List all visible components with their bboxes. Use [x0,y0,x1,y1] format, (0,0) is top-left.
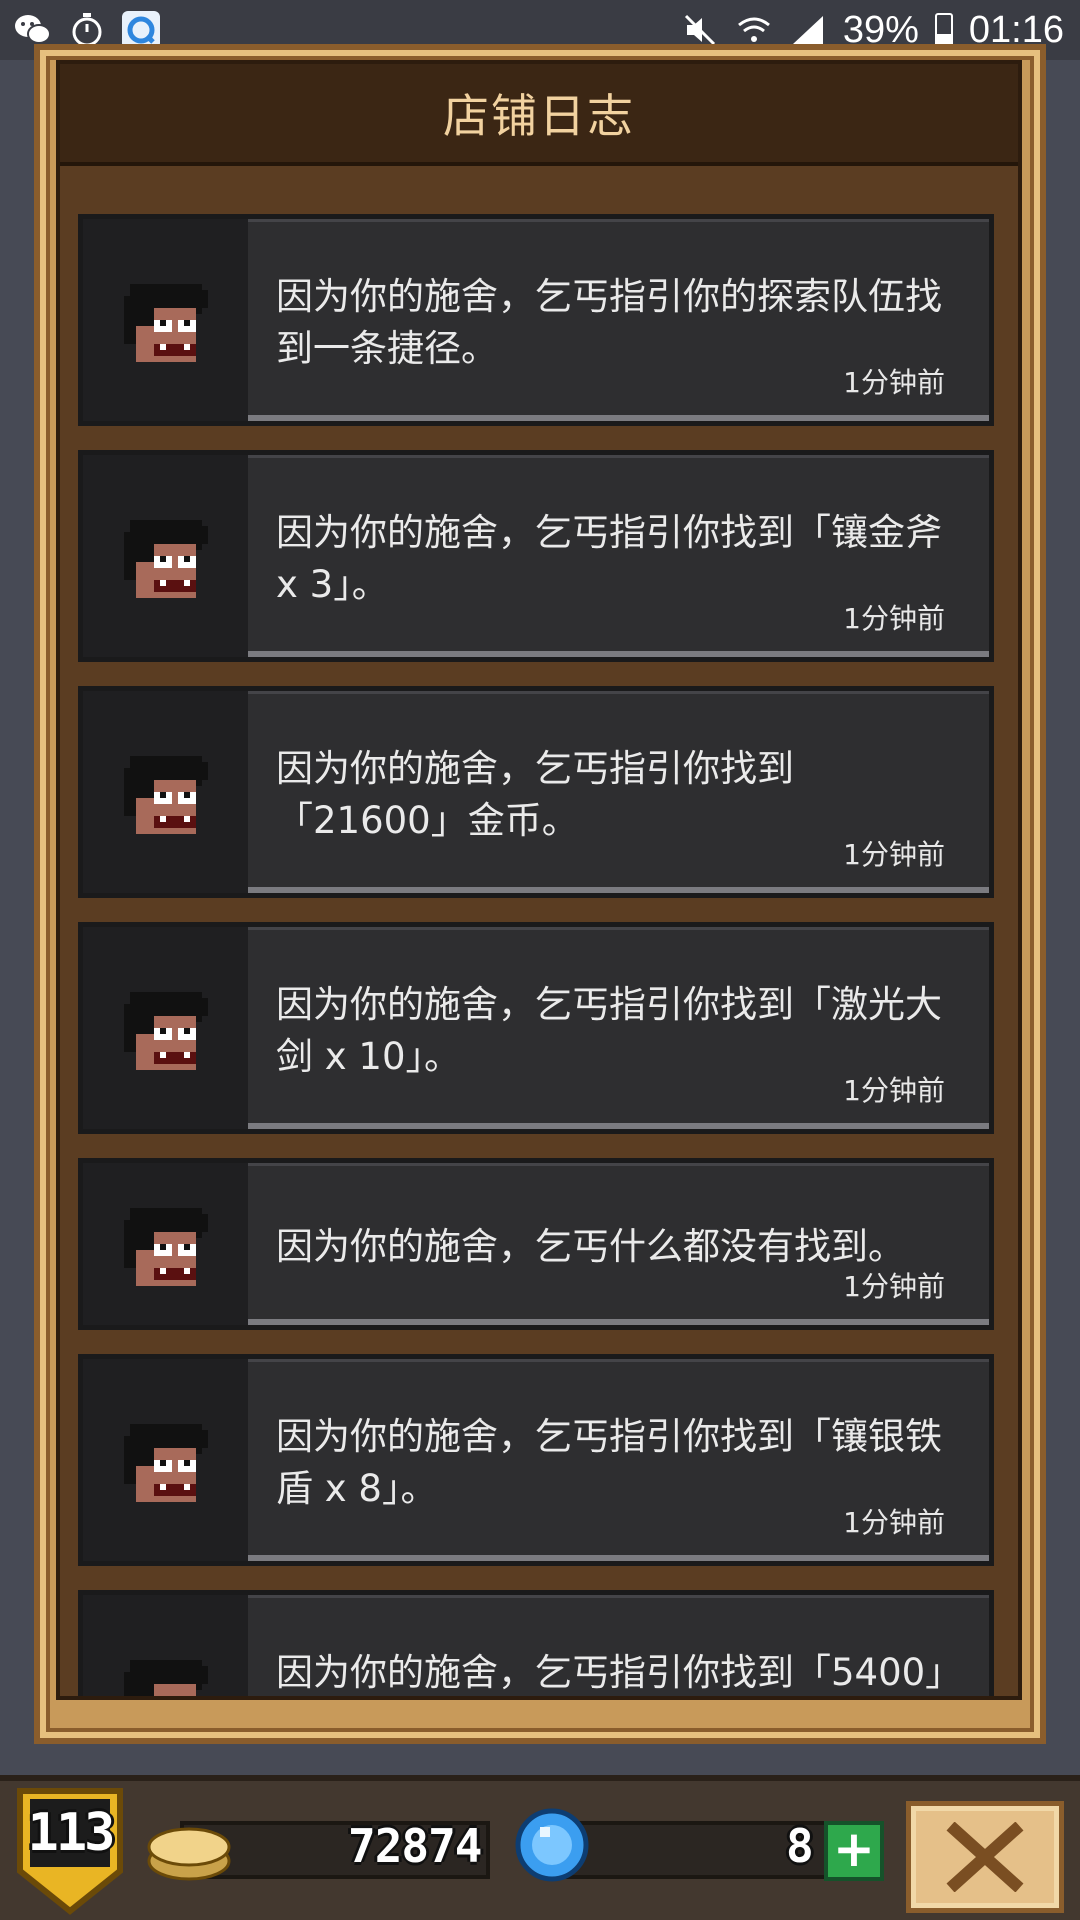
beggar-avatar [83,1359,248,1561]
log-list[interactable]: 因为你的施舍，乞丐指引你的探索队伍找 到一条捷径。 1分钟前 因为你的施舍，乞丐… [78,214,994,1696]
beggar-avatar [83,927,248,1129]
log-timestamp: 1分钟前 [843,838,945,871]
log-timestamp: 1分钟前 [843,366,945,399]
log-message-area: 因为你的施舍，乞丐指引你找到「激光大 剑 x 10」。 1分钟前 [248,927,989,1129]
log-message-area: 因为你的施舍，乞丐指引你的探索队伍找 到一条捷径。 1分钟前 [248,219,989,421]
log-message-line: 因为你的施舍，乞丐指引你的探索队伍找 [276,275,942,318]
dialog-header: 店铺日志 [60,64,1018,166]
log-entry: 因为你的施舍，乞丐指引你找到 「21600」金币。 1分钟前 [78,686,994,898]
log-message-line: 因为你的施舍，乞丐指引你找到「激光大 [276,983,942,1026]
log-message-area: 因为你的施舍，乞丐什么都没有找到。 1分钟前 [248,1163,989,1325]
log-message-area: 因为你的施舍，乞丐指引你找到「镶金斧 x 3」。 1分钟前 [248,455,989,657]
gold-amount: 72874 [348,1819,482,1873]
level-badge[interactable]: 113 [14,1785,126,1915]
log-message-area: 因为你的施舍，乞丐指引你找到「镶银铁 盾 x 8」。 1分钟前 [248,1359,989,1561]
log-entry: 因为你的施舍，乞丐什么都没有找到。 1分钟前 [78,1158,994,1330]
beggar-avatar [83,219,248,421]
log-message-area: 因为你的施舍，乞丐指引你找到 「21600」金币。 1分钟前 [248,691,989,893]
beggar-avatar [83,691,248,893]
dialog-title: 店铺日志 [443,89,635,143]
dialog-inner: 店铺日志 因为你的施舍，乞丐指引你的探索队伍找 到一条捷径。 1分钟前 因为你的… [56,60,1022,1700]
log-message-line: 因为你的施舍，乞丐指引你找到「镶金斧 [276,511,942,554]
log-entry: 因为你的施舍，乞丐指引你找到「镶银铁 盾 x 8」。 1分钟前 [78,1354,994,1566]
log-message-line: 因为你的施舍，乞丐指引你找到「5400」 [276,1651,963,1694]
player-level: 113 [27,1803,116,1863]
log-message-line: 因为你的施舍，乞丐指引你找到 [276,747,794,790]
shop-log-dialog: 店铺日志 因为你的施舍，乞丐指引你的探索队伍找 到一条捷径。 1分钟前 因为你的… [34,44,1046,1744]
log-timestamp: 1分钟前 [843,602,945,635]
beggar-avatar [83,1163,248,1325]
add-gems-button[interactable]: + [824,1821,884,1881]
blue-gem-icon [515,1808,589,1882]
log-entry: 因为你的施舍，乞丐指引你找到「5400」 [78,1590,994,1696]
log-timestamp: 1分钟前 [843,1270,945,1303]
close-icon [946,1822,1024,1892]
log-entry: 因为你的施舍，乞丐指引你找到「激光大 剑 x 10」。 1分钟前 [78,922,994,1134]
beggar-avatar [83,455,248,657]
log-entry: 因为你的施舍，乞丐指引你找到「镶金斧 x 3」。 1分钟前 [78,450,994,662]
beggar-avatar [83,1595,248,1696]
log-entry: 因为你的施舍，乞丐指引你的探索队伍找 到一条捷径。 1分钟前 [78,214,994,426]
battery-icon [934,13,953,47]
log-message-area: 因为你的施舍，乞丐指引你找到「5400」 [248,1595,989,1696]
log-message-line: 因为你的施舍，乞丐指引你找到「镶银铁 [276,1415,942,1458]
log-timestamp: 1分钟前 [843,1506,945,1539]
close-button[interactable] [906,1801,1064,1913]
gem-amount: 8 [786,1819,814,1873]
log-timestamp: 1分钟前 [843,1074,945,1107]
gold-coins-icon [147,1827,231,1881]
resource-bar: 113 72874 8 + [0,1775,1080,1920]
